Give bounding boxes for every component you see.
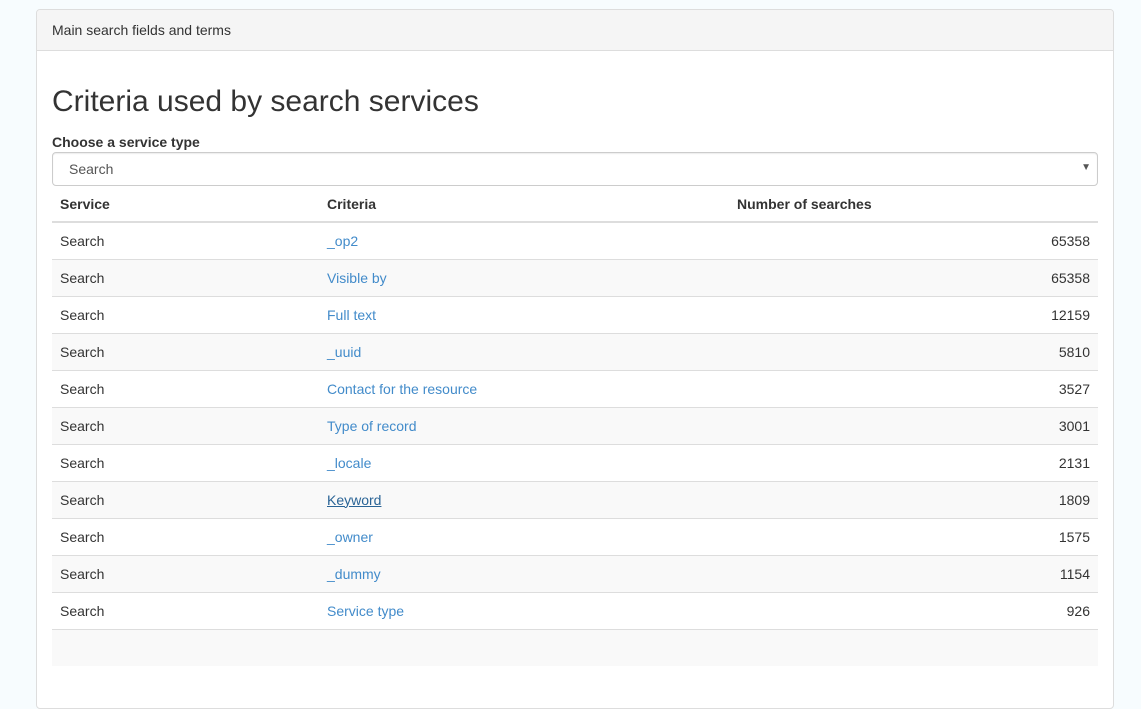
count-cell: 926 <box>729 591 1098 629</box>
table-row: Search _locale 2131 <box>52 443 1098 481</box>
service-cell <box>52 628 319 666</box>
table-row: Search Contact for the resource 3527 <box>52 369 1098 407</box>
service-cell: Search <box>52 406 319 444</box>
service-cell: Search <box>52 443 319 481</box>
table-row: Search Full text 12159 <box>52 295 1098 333</box>
count-cell: 12159 <box>729 295 1098 333</box>
table-row: Search _uuid 5810 <box>52 332 1098 370</box>
panel-heading: Main search fields and terms <box>37 10 1113 51</box>
criteria-cell: Keyword <box>319 480 729 518</box>
criteria-link[interactable]: _locale <box>327 455 371 471</box>
count-cell: 1575 <box>729 517 1098 555</box>
count-cell: 1809 <box>729 480 1098 518</box>
table-row: Search _op2 65358 <box>52 221 1098 259</box>
service-cell: Search <box>52 258 319 296</box>
chevron-down-icon: ▼ <box>1081 162 1091 173</box>
table-row: Search Service type 926 <box>52 591 1098 629</box>
count-cell: 5810 <box>729 332 1098 370</box>
count-cell: 65358 <box>729 221 1098 259</box>
table-row: Search _dummy 1154 <box>52 554 1098 592</box>
column-header-count[interactable]: Number of searches <box>729 186 1098 223</box>
criteria-link[interactable]: _op2 <box>327 233 358 249</box>
criteria-cell: _dummy <box>319 554 729 592</box>
column-header-criteria[interactable]: Criteria <box>319 186 729 223</box>
table-row: Search _owner 1575 <box>52 517 1098 555</box>
criteria-table: Service Criteria Number of searches Sear… <box>52 186 1098 666</box>
service-cell: Search <box>52 221 319 259</box>
criteria-cell: Contact for the resource <box>319 369 729 407</box>
count-cell: 3001 <box>729 406 1098 444</box>
count-cell: 2131 <box>729 443 1098 481</box>
service-type-select[interactable]: Search ▼ <box>52 152 1098 186</box>
service-cell: Search <box>52 591 319 629</box>
criteria-link[interactable]: Contact for the resource <box>327 381 477 397</box>
service-cell: Search <box>52 295 319 333</box>
count-cell: 65358 <box>729 258 1098 296</box>
criteria-cell: _locale <box>319 443 729 481</box>
criteria-cell: Visible by <box>319 258 729 296</box>
count-cell: 1154 <box>729 554 1098 592</box>
criteria-link[interactable]: Full text <box>327 307 376 323</box>
table-row <box>52 628 1098 666</box>
criteria-link[interactable]: Service type <box>327 603 404 619</box>
table-header-row: Service Criteria Number of searches <box>52 186 1098 223</box>
criteria-link[interactable]: Type of record <box>327 418 417 434</box>
criteria-cell: _owner <box>319 517 729 555</box>
table-row: Search Visible by 65358 <box>52 258 1098 296</box>
service-cell: Search <box>52 480 319 518</box>
criteria-link[interactable]: _uuid <box>327 344 361 360</box>
count-cell: 3527 <box>729 369 1098 407</box>
count-cell <box>729 628 1098 666</box>
service-cell: Search <box>52 554 319 592</box>
service-cell: Search <box>52 332 319 370</box>
table-row: Search Keyword 1809 <box>52 480 1098 518</box>
criteria-cell: Type of record <box>319 406 729 444</box>
service-type-label: Choose a service type <box>52 134 200 150</box>
criteria-cell <box>319 628 729 666</box>
service-type-selected-value: Search <box>69 161 114 177</box>
table-row: Search Type of record 3001 <box>52 406 1098 444</box>
column-header-service[interactable]: Service <box>52 186 319 223</box>
service-cell: Search <box>52 369 319 407</box>
service-cell: Search <box>52 517 319 555</box>
criteria-link[interactable]: _dummy <box>327 566 381 582</box>
table-body: Search _op2 65358 Search Visible by 6535… <box>52 221 1098 666</box>
criteria-cell: _op2 <box>319 221 729 259</box>
criteria-link[interactable]: Keyword <box>327 492 381 508</box>
page-title: Criteria used by search services <box>52 85 479 118</box>
criteria-cell: Service type <box>319 591 729 629</box>
criteria-cell: Full text <box>319 295 729 333</box>
criteria-link[interactable]: Visible by <box>327 270 387 286</box>
panel-body: Criteria used by search services Choose … <box>37 84 1113 666</box>
criteria-cell: _uuid <box>319 332 729 370</box>
criteria-link[interactable]: _owner <box>327 529 373 545</box>
stats-panel: Main search fields and terms Criteria us… <box>36 9 1114 709</box>
